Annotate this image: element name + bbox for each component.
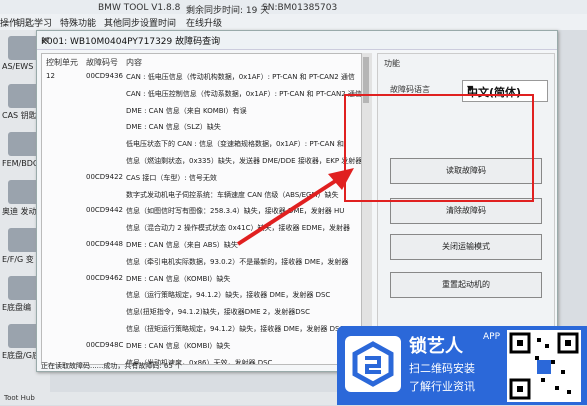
serial-number: SN:BM01385703 [262, 3, 338, 13]
row-content: DME : CAN 信息（SLZ）缺失 [126, 123, 221, 132]
column-header-code: 故障码号 [86, 58, 118, 67]
qr-code-icon[interactable] [507, 330, 581, 402]
row-content: 低电压状态下的 CAN : 信息（变速箱规格数据，0x1AF）: PT-CAN … [126, 140, 344, 149]
row-content: 信息（运行策略规定，94.1.2）缺失，接收器 DME，发射器 DSC [126, 291, 331, 300]
dialog-title-bar: K001: WB10M0404PY717329 故障码查询 ✕ [37, 31, 557, 50]
close-transport-mode-button[interactable]: 关闭运输模式 [390, 234, 542, 260]
menu-bar: 操作 钥匙学习 特殊功能 其他 同步设置时间 在线升级 [0, 14, 587, 30]
ad-line-scan: 扫二维码安装 [409, 362, 475, 375]
ad-line-news: 了解行业资讯 [409, 380, 475, 393]
chevron-down-icon: ▼ [467, 84, 474, 93]
row-code: 00CD9436 [86, 72, 123, 80]
row-content: CAN : 低电压控制信息（传动系数据，0x1AF）: PT-CAN 和 PT-… [126, 89, 362, 98]
row-code: 00CD9422 [86, 172, 123, 181]
hub-label: Toot Hub [4, 394, 35, 402]
row-content: 信息（牵引电机实际数据，93.0.2）不是最新的，接收器 DME，发射器 [126, 257, 349, 266]
app-title: BMW TOOL V1.8.8 [98, 3, 181, 13]
row-code: 00CD9462 [86, 273, 123, 282]
row-content: 信息（扭矩运行策略规定，94.1.2）缺失，接收器 DME，发射器 DSC [126, 325, 345, 333]
row-content: 信息(扭矩指令，94.1.2)缺失，接收器DME 2，发射器DSC [126, 308, 310, 317]
ad-title: 锁艺人 [409, 336, 463, 357]
bottom-status-bar: Toot Hub [0, 392, 337, 405]
status-text: 正在读取故障码......成功，共有故障码: 65 个 [41, 362, 183, 370]
close-icon[interactable]: ✕ [41, 34, 551, 47]
annotation-arrow-icon [236, 168, 354, 246]
logo-icon [345, 336, 401, 392]
menu-item-other[interactable]: 其他 [104, 16, 122, 29]
column-header-content: 内容 [126, 58, 142, 67]
row-content: CAS 接口（车型）: 信号无效 [126, 173, 217, 182]
menu-item-sync-time[interactable]: 同步设置时间 [122, 16, 176, 29]
row-code: 00CD9448 [86, 240, 123, 248]
row-code: 00CD9442 [86, 206, 123, 215]
row-content: DME : CAN 信息（KOMBI）缺失 [126, 274, 231, 283]
row-content: DME : CAN 信息（KOMBI）缺失 [126, 341, 231, 350]
menu-item-key-learning[interactable]: 钥匙学习 [16, 16, 52, 29]
menu-item-special[interactable]: 特殊功能 [60, 16, 96, 29]
row-content: DME : CAN 信息（来自 KOMBI）有误 [126, 106, 247, 115]
function-panel-title: 功能 [384, 59, 400, 68]
highlight-box [344, 94, 534, 202]
column-header-unit: 控制单元 [46, 58, 78, 67]
ad-banner[interactable]: 锁艺人 APP 扫二维码安装 了解行业资讯 [337, 326, 587, 405]
row-code: 00CD948C [86, 340, 124, 349]
row-content: CAN : 低电压信息（传动机构数据，0x1AF）: PT-CAN 和 PT-C… [126, 73, 355, 81]
row-content: DME : CAN 信息（来自 ABS）缺失 [126, 241, 238, 249]
row-unit: 12 [46, 72, 55, 80]
menu-item-online-upgrade[interactable]: 在线升级 [186, 16, 222, 29]
reset-starter-button[interactable]: 重置起动机的 [390, 272, 542, 298]
ad-app-tag: APP [483, 332, 501, 342]
